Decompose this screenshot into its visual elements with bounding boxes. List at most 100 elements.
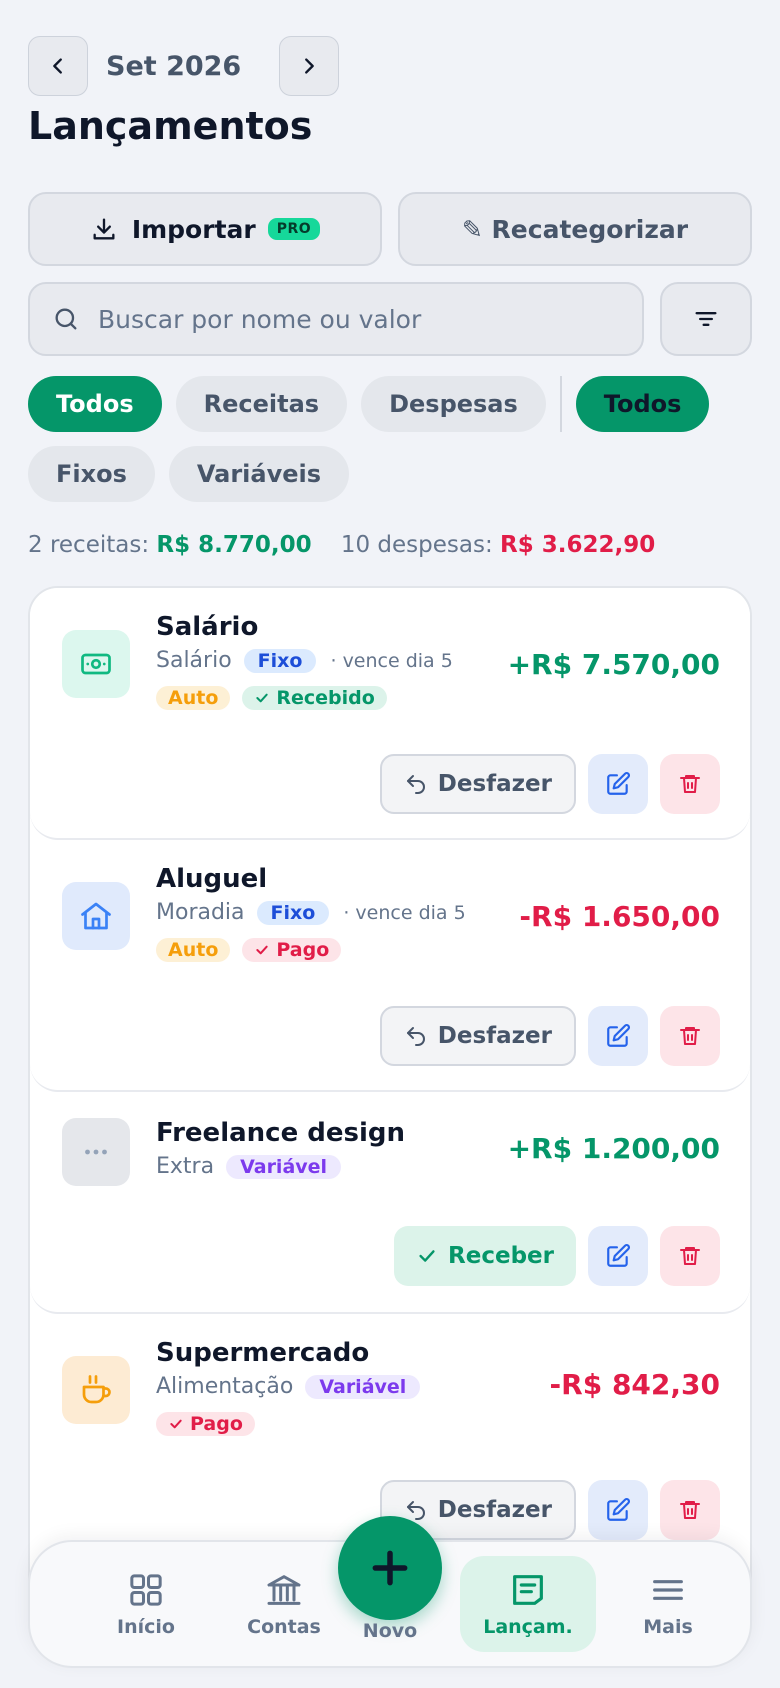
item-amount: -R$ 842,30 xyxy=(549,1368,720,1401)
next-month-button[interactable] xyxy=(279,36,340,96)
chevron-left-icon xyxy=(53,58,62,74)
trash-icon xyxy=(680,1247,700,1265)
prev-month-button[interactable] xyxy=(28,36,88,96)
chip-income[interactable]: Receitas xyxy=(175,376,348,432)
income-total: R$ 8.770,00 xyxy=(156,532,312,558)
list-item[interactable]: Aluguel Moradia Fixo · vence dia 5 Auto … xyxy=(30,840,750,1092)
search-icon xyxy=(55,308,77,330)
nav-accounts[interactable]: Contas xyxy=(216,1542,352,1666)
item-actions: Desfazer xyxy=(379,754,720,814)
recategorize-button[interactable]: ✎ Recategorizar xyxy=(398,192,752,266)
delete-button[interactable] xyxy=(660,754,720,814)
nav-home-label: Início xyxy=(117,1616,175,1638)
status-label: Recebido xyxy=(276,687,375,709)
undo-button[interactable]: Desfazer xyxy=(379,754,576,814)
receive-button[interactable]: Receber xyxy=(394,1226,576,1286)
undo-label: Desfazer xyxy=(437,771,552,797)
new-entry-button[interactable] xyxy=(338,1516,442,1620)
item-badges: Auto Pago xyxy=(156,938,342,962)
expense-total: R$ 3.622,90 xyxy=(500,532,656,558)
chip-fixed[interactable]: Fixos xyxy=(28,446,155,502)
undo-label: Desfazer xyxy=(437,1497,552,1523)
item-name: Salário xyxy=(156,612,259,642)
search-input[interactable] xyxy=(98,304,618,334)
delete-button[interactable] xyxy=(660,1480,720,1540)
nav-entries[interactable]: Lançam. xyxy=(460,1556,596,1652)
item-category: Extra xyxy=(156,1154,215,1179)
edit-button[interactable] xyxy=(588,1226,648,1286)
delete-button[interactable] xyxy=(660,1226,720,1286)
transaction-list: Salário Salário Fixo · vence dia 5 Auto … xyxy=(28,586,752,1606)
chip-expenses[interactable]: Despesas xyxy=(361,376,546,432)
undo-icon xyxy=(406,1027,425,1046)
receive-label: Receber xyxy=(448,1243,554,1269)
recategorize-label: ✎ Recategorizar xyxy=(461,214,689,244)
cash-icon xyxy=(62,630,130,698)
list-item[interactable]: Freelance design Extra Variável +R$ 1.20… xyxy=(30,1092,750,1314)
list-item[interactable]: Salário Salário Fixo · vence dia 5 Auto … xyxy=(30,588,750,840)
chip-type-all[interactable]: Todos xyxy=(28,376,162,432)
nav-entries-label: Lançam. xyxy=(483,1616,573,1638)
chip-variable[interactable]: Variáveis xyxy=(168,446,350,502)
plus-icon xyxy=(372,1550,408,1586)
auto-badge: Auto xyxy=(156,938,231,962)
item-meta: Extra Variável xyxy=(156,1154,342,1179)
filter-icon xyxy=(695,312,717,326)
totals-summary: 2 receitas: R$ 8.770,00 10 despesas: R$ … xyxy=(28,532,655,558)
filter-button[interactable] xyxy=(660,282,752,356)
item-actions: Desfazer xyxy=(379,1006,720,1066)
delete-button[interactable] xyxy=(660,1006,720,1066)
nav-home[interactable]: Início xyxy=(78,1542,214,1666)
item-name: Freelance design xyxy=(156,1118,406,1148)
edit-icon xyxy=(607,1024,630,1047)
edit-button[interactable] xyxy=(588,1480,648,1540)
auto-badge: Auto xyxy=(156,686,231,710)
download-icon xyxy=(93,218,115,240)
filter-chips: Todos Receitas Despesas Todos Fixos Vari… xyxy=(28,376,758,502)
due-date: · vence dia 5 xyxy=(330,649,453,672)
status-badge: Recebido xyxy=(242,686,387,710)
edit-button[interactable] xyxy=(588,1006,648,1066)
status-label: Pago xyxy=(276,939,330,961)
fixed-tag: Fixo xyxy=(256,900,330,925)
item-meta: Alimentação Variável xyxy=(156,1374,421,1399)
edit-button[interactable] xyxy=(588,754,648,814)
check-icon xyxy=(256,693,269,703)
undo-button[interactable]: Desfazer xyxy=(379,1006,576,1066)
check-icon xyxy=(170,1419,182,1429)
check-icon xyxy=(256,945,269,955)
edit-icon xyxy=(607,1498,630,1521)
new-entry-label: Novo xyxy=(362,1620,418,1642)
trash-icon xyxy=(680,775,700,793)
chevron-right-icon xyxy=(305,58,315,74)
item-actions: Receber xyxy=(394,1226,720,1286)
item-amount: +R$ 1.200,00 xyxy=(507,1132,720,1165)
item-actions: Desfazer xyxy=(379,1480,720,1540)
page-title: Lançamentos xyxy=(28,104,313,148)
item-meta: Salário Fixo · vence dia 5 xyxy=(156,648,453,673)
action-buttons: Importar PRO ✎ Recategorizar xyxy=(28,192,752,266)
item-amount: -R$ 1.650,00 xyxy=(519,900,720,933)
item-name: Supermercado xyxy=(156,1338,370,1368)
item-category: Alimentação xyxy=(156,1374,294,1399)
edit-icon xyxy=(607,772,630,795)
item-name: Aluguel xyxy=(156,864,268,894)
status-badge: Pago xyxy=(156,1412,255,1436)
item-meta: Moradia Fixo · vence dia 5 xyxy=(156,900,466,925)
import-button[interactable]: Importar PRO xyxy=(28,192,382,266)
current-month: Set 2026 xyxy=(106,50,242,82)
trash-icon xyxy=(680,1501,700,1519)
nav-more[interactable]: Mais xyxy=(600,1542,736,1666)
menu-icon xyxy=(653,1580,683,1600)
chip-recurrence-all[interactable]: Todos xyxy=(575,376,710,432)
fixed-tag: Fixo xyxy=(243,648,317,673)
status-label: Pago xyxy=(190,1413,243,1435)
nav-more-label: Mais xyxy=(643,1616,693,1638)
income-count: 2 receitas: xyxy=(28,532,150,558)
search-row xyxy=(28,282,752,356)
import-label: Importar xyxy=(131,214,256,244)
due-date: · vence dia 5 xyxy=(343,901,466,924)
bank-icon xyxy=(267,1575,301,1605)
variable-tag: Variável xyxy=(305,1374,421,1399)
coffee-icon xyxy=(62,1356,130,1424)
